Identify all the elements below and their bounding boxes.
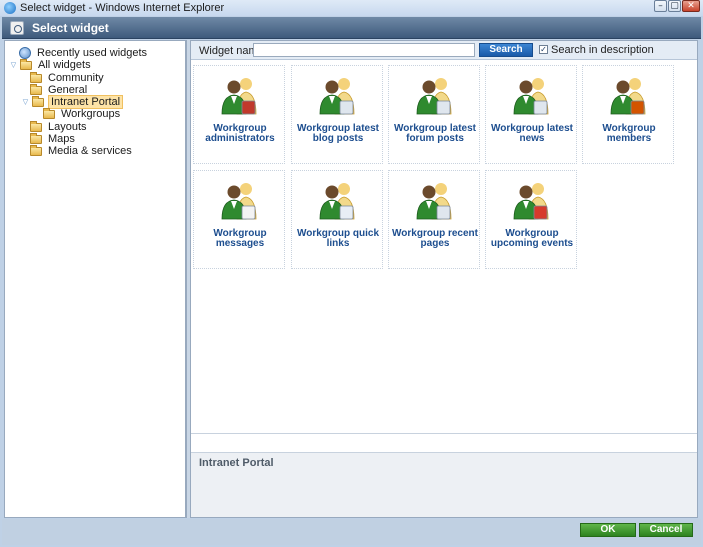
- workgroup-administrators-icon: [221, 78, 257, 115]
- workgroup-members-icon: [610, 78, 646, 115]
- workgroup-recent-pages-icon: [416, 183, 452, 220]
- widget-tile-label: Workgroup administrators: [205, 123, 275, 144]
- tree-item-community[interactable]: Community: [30, 71, 106, 84]
- widget-tile-label: Workgroup recent pages: [392, 228, 478, 249]
- widget-tile-label: Workgroup latest blog posts: [296, 123, 380, 144]
- workgroup-quick-links-icon: [319, 183, 355, 220]
- folder-icon: [30, 71, 42, 83]
- tree-item-media-services[interactable]: Media & services: [30, 144, 134, 157]
- folder-icon: [32, 95, 44, 107]
- ok-button[interactable]: OK: [580, 523, 636, 537]
- close-button[interactable]: ✕: [682, 0, 700, 12]
- widget-tile-label: Workgroup messages: [213, 228, 267, 249]
- widget-tile[interactable]: Workgroup recent pages: [388, 170, 480, 269]
- maximize-button[interactable]: ▢: [668, 0, 681, 12]
- search-button[interactable]: Search: [479, 43, 533, 57]
- tree-item-label: Media & services: [48, 145, 132, 157]
- folder-icon: [20, 58, 32, 70]
- tree-item-label: Layouts: [48, 121, 87, 133]
- widget-tile-label: Workgroup quick links: [296, 228, 380, 249]
- widget-tile[interactable]: Workgroup latest blog posts: [291, 65, 383, 164]
- folder-icon: [30, 144, 42, 156]
- widget-tile-label: Workgroup members: [602, 123, 656, 144]
- widget-tile-label: Workgroup upcoming events: [490, 228, 574, 249]
- search-bar: Widget name: Search ✓ Search in descript…: [191, 41, 697, 60]
- cancel-button[interactable]: Cancel: [639, 523, 693, 537]
- tree-item-label: All widgets: [38, 59, 91, 71]
- tree-expander-icon[interactable]: ▽: [21, 98, 30, 107]
- tree-item-maps[interactable]: Maps: [30, 132, 77, 145]
- workgroup-upcoming-events-icon: [513, 183, 549, 220]
- description-title: Intranet Portal: [199, 457, 274, 469]
- recent-widgets-icon: [19, 47, 31, 59]
- search-in-description-label[interactable]: Search in description: [551, 44, 654, 56]
- description-area: Intranet Portal: [191, 452, 697, 517]
- widget-tile[interactable]: Workgroup latest forum posts: [388, 65, 480, 164]
- workgroup-messages-icon: [221, 183, 257, 220]
- widget-tile-label: Workgroup latest news: [490, 123, 574, 144]
- category-tree-panel: Recently used widgets ▽ All widgets Communi…: [4, 40, 186, 518]
- internet-explorer-icon: [4, 2, 16, 14]
- tree-item-all-widgets[interactable]: ▽ All widgets: [9, 58, 93, 71]
- workgroup-blog-posts-icon: [319, 78, 355, 115]
- widget-dialog-icon: [10, 21, 24, 35]
- tree-item-intranet-portal[interactable]: ▽ Intranet Portal: [21, 95, 124, 109]
- tree-item-label: Maps: [48, 133, 75, 145]
- tree-item-workgroups[interactable]: Workgroups: [43, 107, 122, 120]
- window-title: Select widget - Windows Internet Explore…: [20, 2, 225, 14]
- folder-icon: [30, 132, 42, 144]
- workgroup-forum-posts-icon: [416, 78, 452, 115]
- tree-item-label: Intranet Portal: [48, 95, 124, 109]
- widget-tile[interactable]: Workgroup upcoming events: [485, 170, 577, 269]
- widget-panel: Widget name: Search ✓ Search in descript…: [190, 40, 698, 518]
- search-in-description-checkbox[interactable]: ✓: [539, 45, 548, 54]
- minimize-button[interactable]: –: [654, 0, 667, 12]
- widget-grid: Workgroup administrators Workgroup latest…: [191, 61, 697, 433]
- tree-item-label: Community: [48, 72, 104, 84]
- tree-expander-icon[interactable]: ▽: [9, 61, 18, 70]
- widget-tile[interactable]: Workgroup administrators: [193, 65, 285, 164]
- tree-item-layouts[interactable]: Layouts: [30, 120, 89, 133]
- widget-name-input[interactable]: [253, 43, 475, 57]
- tree-item-label: Workgroups: [61, 108, 121, 120]
- folder-icon: [30, 83, 42, 95]
- tree-item-label: Recently used widgets: [37, 47, 148, 59]
- divider: [191, 433, 697, 434]
- workgroup-news-icon: [513, 78, 549, 115]
- folder-icon: [30, 120, 42, 132]
- tree-item-recently-used-widgets[interactable]: Recently used widgets: [19, 47, 149, 59]
- window-title-bar: Select widget - Windows Internet Explore…: [0, 0, 703, 16]
- widget-tile[interactable]: Workgroup latest news: [485, 65, 577, 164]
- folder-icon: [43, 107, 55, 119]
- widget-tile[interactable]: Workgroup members: [582, 65, 674, 164]
- widget-tile[interactable]: Workgroup messages: [193, 170, 285, 269]
- dialog-title: Select widget: [32, 21, 109, 35]
- widget-tile[interactable]: Workgroup quick links: [291, 170, 383, 269]
- widget-tile-label: Workgroup latest forum posts: [393, 123, 477, 144]
- dialog-footer: OK Cancel: [2, 519, 701, 545]
- dialog-header: Select widget: [2, 17, 701, 39]
